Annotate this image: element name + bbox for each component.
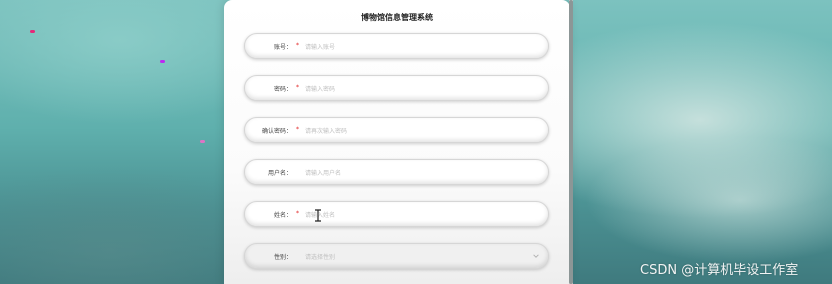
scrollbar-thumb[interactable]	[569, 0, 573, 284]
required-mark: *	[296, 126, 299, 133]
gender-label: 性别：	[273, 254, 292, 261]
confirm-password-field[interactable]: 确认密码： * 请再次输入密码	[244, 117, 549, 143]
password-placeholder: 请输入密码	[305, 86, 336, 93]
decor-dot	[200, 140, 205, 143]
page-title: 博物馆信息管理系统	[361, 13, 433, 22]
register-panel: 博物馆信息管理系统 账号： * 请输入账号 密码： * 请输入密码 确认密码： …	[224, 0, 570, 284]
password-field[interactable]: 密码： * 请输入密码	[244, 75, 549, 101]
password-label: 密码：	[273, 86, 292, 93]
required-mark: *	[296, 84, 299, 91]
confirm-password-label: 确认密码：	[261, 128, 292, 135]
account-label: 账号：	[273, 44, 292, 51]
username-placeholder: 请输入用户名	[305, 170, 342, 177]
chevron-down-icon[interactable]	[533, 253, 539, 259]
required-mark: *	[296, 210, 299, 217]
background-decor	[0, 0, 225, 284]
confirm-password-placeholder: 请再次输入密码	[305, 128, 348, 135]
text-cursor-icon	[315, 209, 321, 222]
page-scrollbar[interactable]	[569, 0, 573, 284]
decor-dot	[30, 30, 35, 33]
username-field[interactable]: 用户名： 请输入用户名	[244, 159, 549, 185]
decor-dot	[160, 60, 165, 63]
account-field[interactable]: 账号： * 请输入账号	[244, 33, 549, 59]
required-mark: *	[296, 42, 299, 49]
name-field[interactable]: 姓名： * 请输入姓名	[244, 201, 549, 227]
gender-placeholder: 请选择性别	[305, 254, 336, 261]
gender-select[interactable]: 性别： 请选择性别	[244, 243, 549, 269]
watermark-text: CSDN @计算机毕设工作室	[640, 263, 799, 278]
name-label: 姓名：	[273, 212, 292, 219]
username-label: 用户名：	[267, 170, 292, 177]
account-placeholder: 请输入账号	[305, 44, 336, 51]
